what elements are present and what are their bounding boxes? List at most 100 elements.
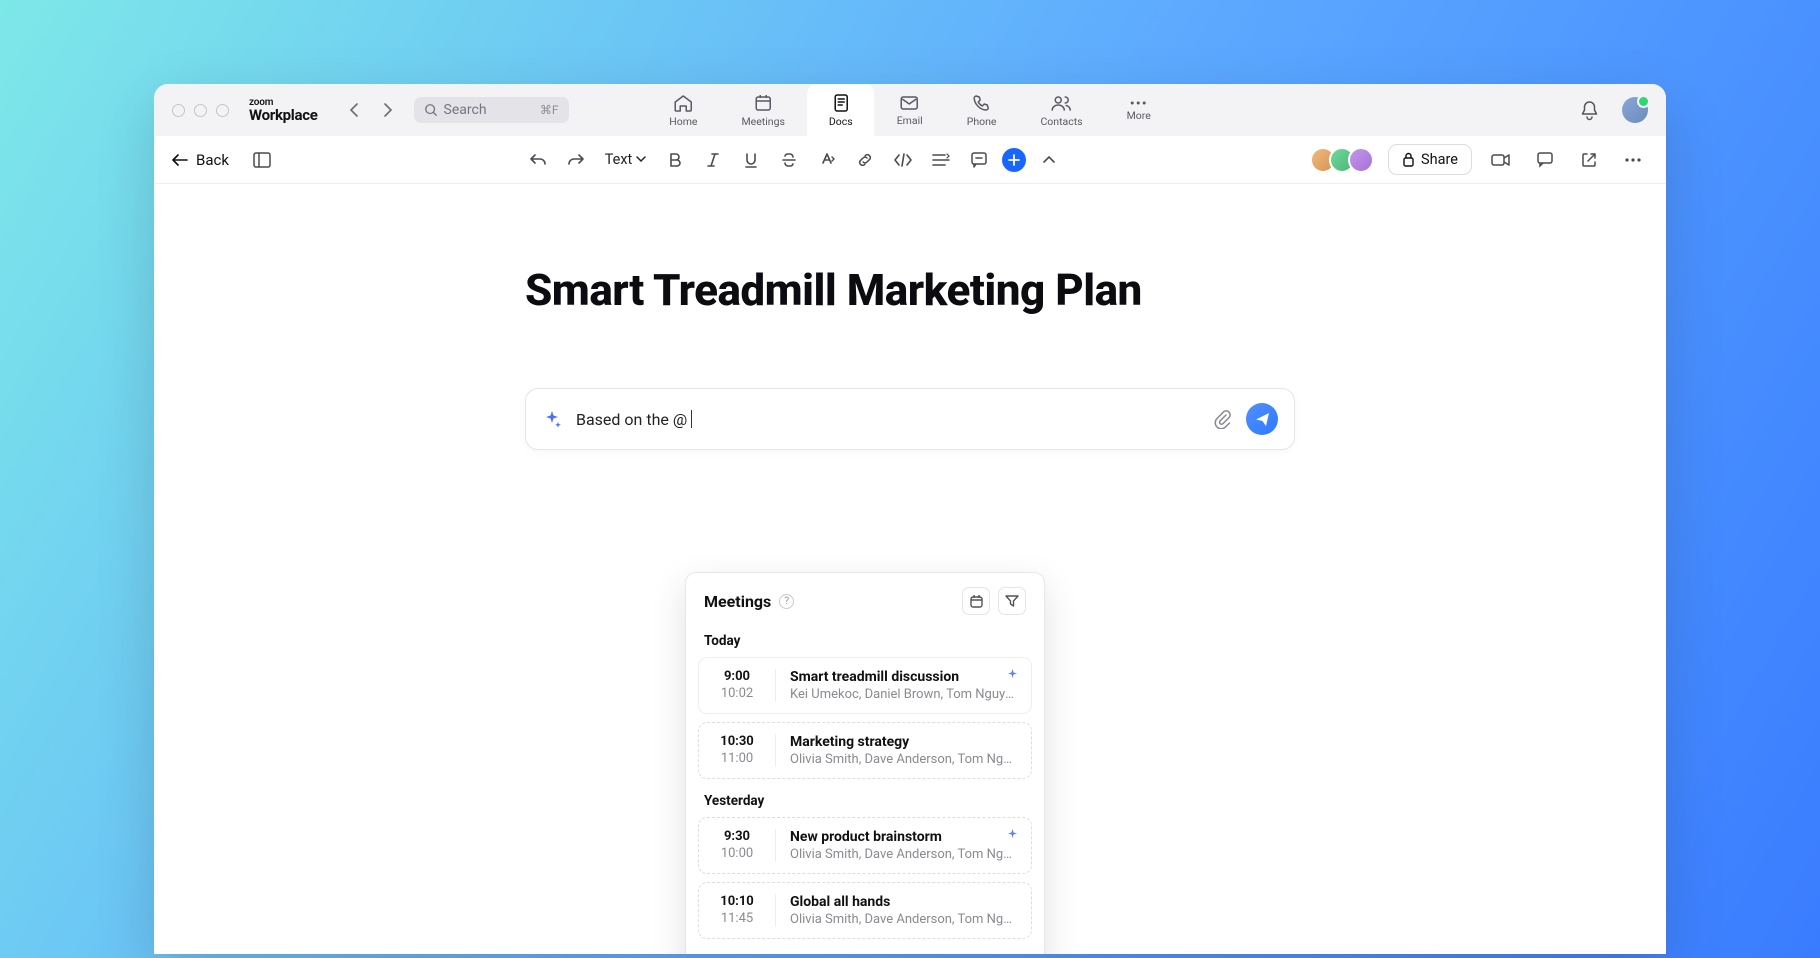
nav-forward-icon[interactable] <box>376 98 400 122</box>
meeting-people: Olivia Smith, Dave Anderson, Tom Nguyen.… <box>790 912 1017 927</box>
traffic-close[interactable] <box>172 104 185 117</box>
attach-icon[interactable] <box>1213 409 1232 429</box>
meeting-end: 10:02 <box>713 686 761 701</box>
mention-popup: Meetings ? Today 9:00 10:02 Smart treadm… <box>685 572 1045 954</box>
overflow-icon[interactable] <box>1618 145 1648 175</box>
meeting-times: 10:30 11:00 <box>713 734 761 767</box>
tab-meetings-label: Meetings <box>741 115 784 128</box>
nav-back-icon[interactable] <box>342 98 366 122</box>
sparkle-icon <box>1006 669 1019 682</box>
back-button[interactable]: Back <box>172 151 229 169</box>
titlebar: zoom Workplace Search ⌘F Home Meetings D… <box>154 84 1666 136</box>
meeting-item[interactable]: 9:00 10:02 Smart treadmill discussion Ke… <box>698 657 1032 714</box>
collapse-icon[interactable] <box>1034 145 1064 175</box>
ai-input-bar[interactable]: Based on the @ <box>525 388 1295 450</box>
main-tabs: Home Meetings Docs Email Phone Contacts <box>647 84 1173 136</box>
tab-email[interactable]: Email <box>875 84 945 136</box>
link-icon[interactable] <box>850 145 880 175</box>
meeting-item[interactable]: 10:30 11:00 Marketing strategy Olivia Sm… <box>698 722 1032 779</box>
popup-section-label: May 12, Friday <box>686 947 1044 954</box>
text-cursor <box>691 410 692 428</box>
meeting-name: Smart treadmill discussion <box>790 669 1017 685</box>
tab-meetings[interactable]: Meetings <box>719 84 806 136</box>
popup-title: Meetings <box>704 592 771 611</box>
phone-icon <box>973 94 991 112</box>
chat-icon[interactable] <box>1530 145 1560 175</box>
tab-contacts[interactable]: Contacts <box>1018 84 1104 136</box>
open-external-icon[interactable] <box>1574 145 1604 175</box>
tab-contacts-label: Contacts <box>1040 115 1082 128</box>
traffic-maximize[interactable] <box>216 104 229 117</box>
underline-icon[interactable] <box>736 145 766 175</box>
calendar-filter-icon[interactable] <box>962 587 990 615</box>
popup-section-label: Yesterday <box>686 787 1044 817</box>
meeting-item[interactable]: 10:10 11:45 Global all hands Olivia Smit… <box>698 882 1032 939</box>
italic-icon[interactable] <box>698 145 728 175</box>
meeting-start: 10:10 <box>713 894 761 909</box>
tab-phone[interactable]: Phone <box>945 84 1019 136</box>
share-label: Share <box>1421 151 1458 168</box>
docs-icon <box>833 94 849 112</box>
comment-icon[interactable] <box>964 145 994 175</box>
meeting-info: Global all hands Olivia Smith, Dave Ande… <box>790 894 1017 927</box>
video-icon[interactable] <box>1486 145 1516 175</box>
bold-icon[interactable] <box>660 145 690 175</box>
brand-logo: zoom Workplace <box>249 98 318 123</box>
code-icon[interactable] <box>888 145 918 175</box>
notifications-icon[interactable] <box>1576 97 1602 123</box>
undo-icon[interactable] <box>523 145 553 175</box>
lock-icon <box>1402 152 1415 167</box>
meeting-end: 11:00 <box>713 751 761 766</box>
meeting-info: Marketing strategy Olivia Smith, Dave An… <box>790 734 1017 767</box>
tab-home[interactable]: Home <box>647 84 719 136</box>
tab-docs-label: Docs <box>829 115 853 128</box>
tab-docs[interactable]: Docs <box>807 84 875 136</box>
meeting-name: New product brainstorm <box>790 829 1017 845</box>
more-icon <box>1130 100 1148 106</box>
meeting-start: 9:00 <box>713 669 761 684</box>
ai-input-text[interactable]: Based on the @ <box>576 410 1199 429</box>
tab-more[interactable]: More <box>1105 84 1173 136</box>
back-label: Back <box>196 151 229 169</box>
traffic-lights <box>172 104 229 117</box>
arrow-left-icon <box>172 154 188 166</box>
email-icon <box>900 95 920 111</box>
tab-phone-label: Phone <box>967 115 997 128</box>
meeting-people: Kei Umekoc, Daniel Brown, Tom Nguyen... <box>790 687 1017 702</box>
home-icon <box>673 94 693 112</box>
text-color-icon[interactable] <box>812 145 842 175</box>
send-button[interactable] <box>1246 403 1278 435</box>
insert-button[interactable] <box>1002 148 1026 172</box>
panel-toggle-icon[interactable] <box>247 145 277 175</box>
document-title[interactable]: Smart Treadmill Marketing Plan <box>525 264 1295 316</box>
document-content: Smart Treadmill Marketing Plan Based on … <box>154 184 1666 954</box>
meeting-people: Olivia Smith, Dave Anderson, Tom Nguyen.… <box>790 752 1017 767</box>
meeting-end: 11:45 <box>713 911 761 926</box>
search-icon <box>424 103 438 117</box>
user-avatar[interactable] <box>1622 97 1648 123</box>
ai-input-value: Based on the @ <box>576 410 687 429</box>
presence-avatars[interactable] <box>1310 147 1374 173</box>
meeting-item[interactable]: 9:30 10:00 New product brainstorm Olivia… <box>698 817 1032 874</box>
text-style-dropdown[interactable]: Text <box>599 151 653 168</box>
meeting-times: 9:00 10:02 <box>713 669 761 702</box>
redo-icon[interactable] <box>561 145 591 175</box>
share-button[interactable]: Share <box>1388 144 1472 175</box>
meeting-times: 10:10 11:45 <box>713 894 761 927</box>
search-input[interactable]: Search ⌘F <box>414 97 569 123</box>
brand-line2: Workplace <box>249 108 318 123</box>
align-icon[interactable] <box>926 145 956 175</box>
strikethrough-icon[interactable] <box>774 145 804 175</box>
popup-section-label: Today <box>686 627 1044 657</box>
traffic-minimize[interactable] <box>194 104 207 117</box>
titlebar-right <box>1576 97 1648 123</box>
contacts-icon <box>1052 94 1072 112</box>
meeting-end: 10:00 <box>713 846 761 861</box>
meeting-name: Global all hands <box>790 894 1017 910</box>
meeting-name: Marketing strategy <box>790 734 1017 750</box>
meeting-start: 9:30 <box>713 829 761 844</box>
app-window: zoom Workplace Search ⌘F Home Meetings D… <box>154 84 1666 954</box>
filter-icon[interactable] <box>998 587 1026 615</box>
help-icon[interactable]: ? <box>779 594 794 609</box>
meeting-times: 9:30 10:00 <box>713 829 761 862</box>
